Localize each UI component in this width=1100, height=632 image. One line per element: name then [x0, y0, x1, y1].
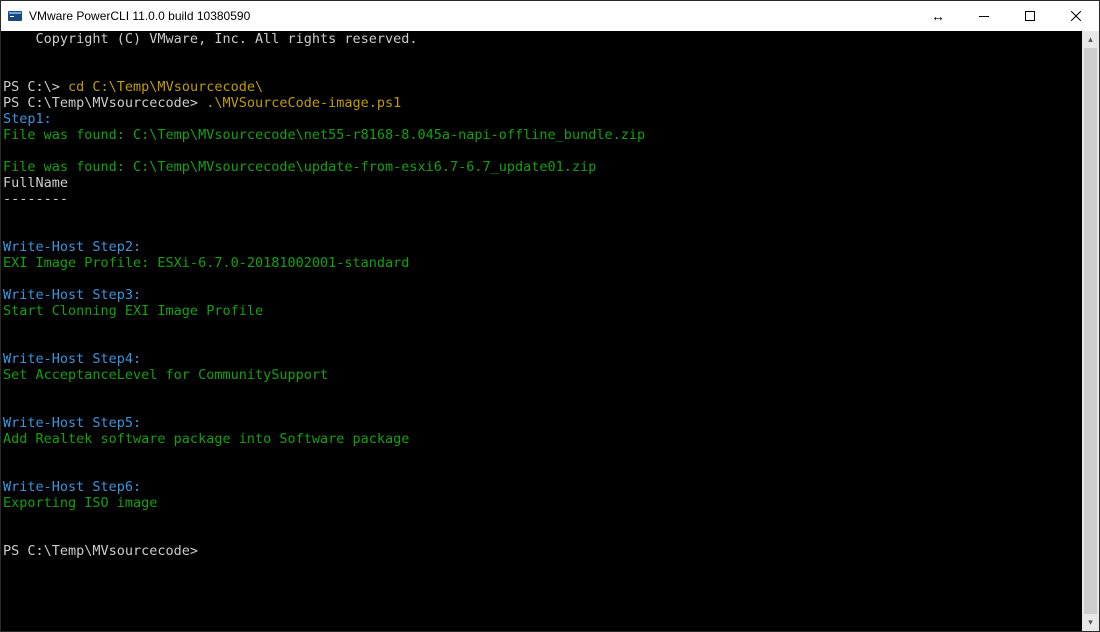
step-label: Write-Host Step6:: [3, 479, 1082, 495]
minimize-button[interactable]: [961, 1, 1007, 31]
scrollbar-thumb[interactable]: [1084, 48, 1097, 614]
output-line: Start Clonning EXI Image Profile: [3, 303, 1082, 319]
blank-line: [3, 527, 1082, 543]
output-line: Add Realtek software package into Softwa…: [3, 431, 1082, 447]
output-line: Exporting ISO image: [3, 495, 1082, 511]
blank-line: [3, 63, 1082, 79]
blank-line: [3, 399, 1082, 415]
step-label: Write-Host Step4:: [3, 351, 1082, 367]
window-controls: ↔: [915, 1, 1099, 31]
prompt-line: PS C:\Temp\MVsourcecode>: [3, 543, 1082, 559]
blank-line: [3, 463, 1082, 479]
step-label: Write-Host Step5:: [3, 415, 1082, 431]
scrollbar-down-arrow-icon[interactable]: ▾: [1082, 614, 1099, 631]
prompt-line: PS C:\Temp\MVsourcecode> .\MVSourceCode-…: [3, 95, 1082, 111]
blank-line: [3, 383, 1082, 399]
prompt: PS C:\Temp\MVsourcecode>: [3, 95, 206, 111]
command-text: .\MVSourceCode-image.ps1: [206, 95, 401, 111]
app-window: VMware PowerCLI 11.0.0 build 10380590 ↔ …: [0, 0, 1100, 632]
blank-line: [3, 47, 1082, 63]
terminal-output[interactable]: Copyright (C) VMware, Inc. All rights re…: [1, 31, 1082, 631]
blank-line: [3, 447, 1082, 463]
terminal-area: Copyright (C) VMware, Inc. All rights re…: [1, 31, 1099, 631]
output-line: File was found: C:\Temp\MVsourcecode\upd…: [3, 159, 1082, 175]
blank-line: [3, 511, 1082, 527]
maximize-button[interactable]: [1007, 1, 1053, 31]
titlebar[interactable]: VMware PowerCLI 11.0.0 build 10380590 ↔: [1, 1, 1099, 31]
app-icon: [7, 8, 23, 24]
output-line: FullName: [3, 175, 1082, 191]
scrollbar-track[interactable]: [1082, 48, 1099, 614]
blank-line: [3, 223, 1082, 239]
blank-line: [3, 335, 1082, 351]
resize-arrows-icon[interactable]: ↔: [915, 1, 961, 31]
window-title: VMware PowerCLI 11.0.0 build 10380590: [29, 9, 250, 23]
output-line: Set AcceptanceLevel for CommunitySupport: [3, 367, 1082, 383]
output-line: --------: [3, 191, 1082, 207]
step-label: Write-Host Step3:: [3, 287, 1082, 303]
prompt-line: PS C:\> cd C:\Temp\MVsourcecode\: [3, 79, 1082, 95]
vertical-scrollbar[interactable]: ▴ ▾: [1082, 31, 1099, 631]
step-label: Write-Host Step2:: [3, 239, 1082, 255]
output-line: File was found: C:\Temp\MVsourcecode\net…: [3, 127, 1082, 143]
output-line: EXI Image Profile: ESXi-6.7.0-2018100200…: [3, 255, 1082, 271]
blank-line: [3, 143, 1082, 159]
scrollbar-up-arrow-icon[interactable]: ▴: [1082, 31, 1099, 48]
blank-line: [3, 207, 1082, 223]
step-label: Step1:: [3, 111, 1082, 127]
blank-line: [3, 319, 1082, 335]
blank-line: [3, 271, 1082, 287]
prompt: PS C:\>: [3, 79, 68, 95]
output-line: Copyright (C) VMware, Inc. All rights re…: [3, 31, 1082, 47]
close-button[interactable]: [1053, 1, 1099, 31]
command-text: cd C:\Temp\MVsourcecode\: [68, 79, 263, 95]
